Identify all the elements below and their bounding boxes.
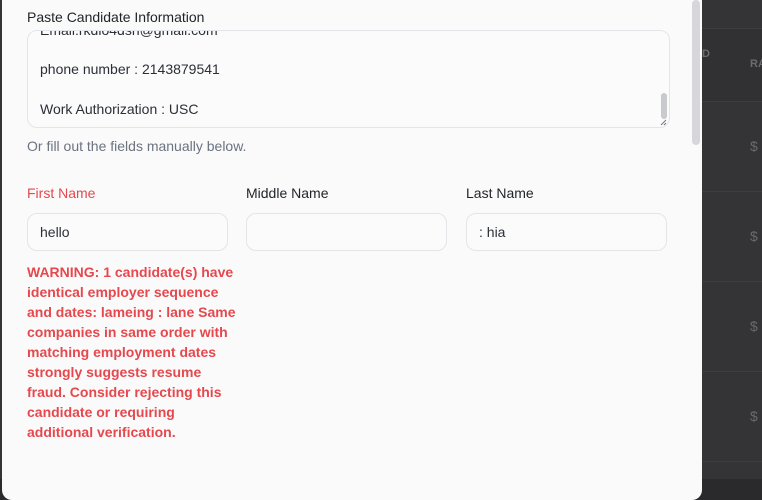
background-cell: $: [750, 228, 758, 244]
paste-candidate-textarea[interactable]: Email:rkdlo4dsh@gmail.com phone number :…: [27, 30, 670, 128]
first-name-label: First Name: [27, 185, 96, 201]
first-name-input[interactable]: [27, 213, 228, 251]
background-cell: $: [750, 408, 758, 424]
background-header-d: D: [702, 48, 710, 60]
background-cell: $: [750, 138, 758, 154]
paste-label: Paste Candidate Information: [27, 9, 205, 25]
background-header-ra: RA: [750, 58, 762, 70]
fraud-warning-message: WARNING: 1 candidate(s) have identical e…: [27, 264, 236, 440]
textarea-scrollbar[interactable]: [661, 93, 667, 119]
paste-line-phone: phone number : 2143879541: [40, 61, 220, 77]
middle-name-label: Middle Name: [246, 185, 329, 201]
paste-line-work-auth: Work Authorization : USC: [40, 101, 199, 117]
background-cell: $: [750, 318, 758, 334]
modal-scrollbar[interactable]: [692, 0, 700, 145]
resize-handle-icon[interactable]: [660, 119, 667, 126]
last-name-label: Last Name: [466, 185, 534, 201]
last-name-input[interactable]: [466, 213, 667, 251]
manual-entry-hint: Or fill out the fields manually below.: [27, 138, 247, 154]
middle-name-input[interactable]: [246, 213, 447, 251]
paste-line-email: Email:rkdlo4dsh@gmail.com: [40, 30, 218, 38]
